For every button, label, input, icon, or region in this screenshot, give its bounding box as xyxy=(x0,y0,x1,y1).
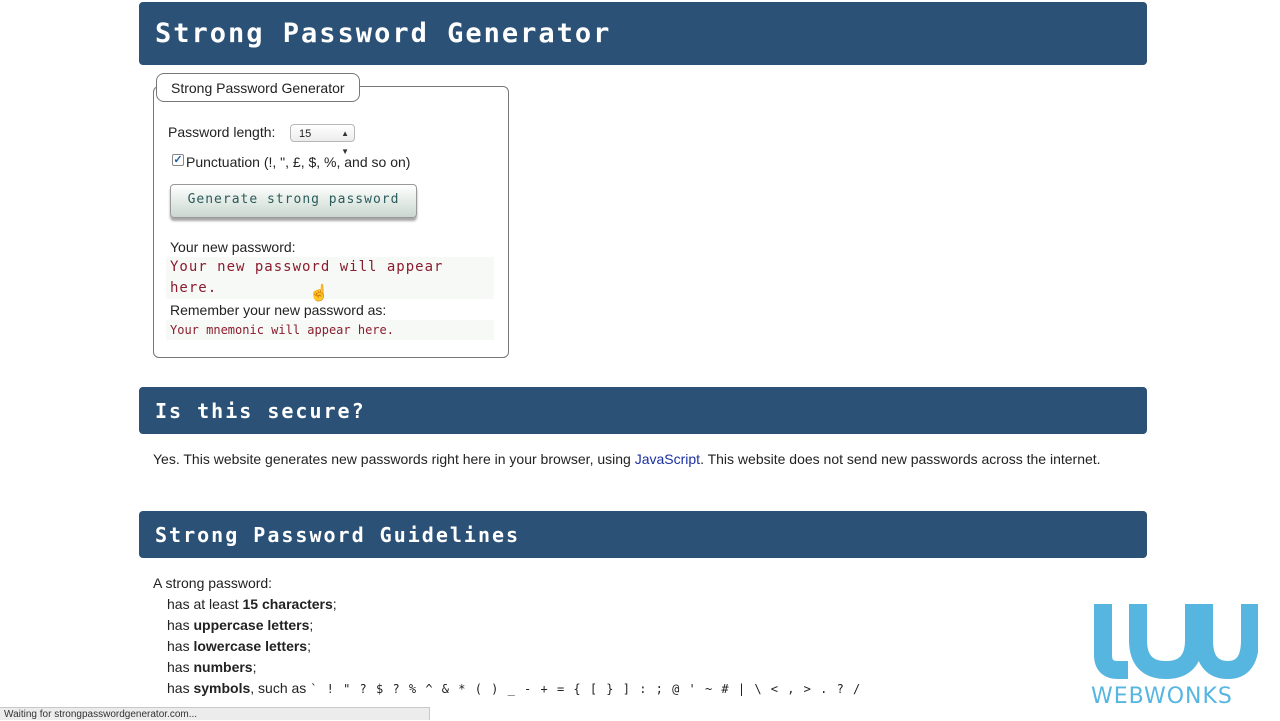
generate-password-button[interactable]: Generate strong password xyxy=(170,184,417,218)
password-output: Your new password will appear here. xyxy=(166,257,494,299)
browser-status-bar: Waiting for strongpasswordgenerator.com.… xyxy=(0,707,430,720)
list-item: has uppercase letters; xyxy=(167,617,314,633)
punctuation-label: Punctuation (!, ", £, $, %, and so on) xyxy=(186,154,411,170)
length-label: Password length: xyxy=(168,124,276,140)
list-item: has at least 15 characters; xyxy=(167,596,337,612)
watermark-text: WEBWONKS xyxy=(1091,684,1233,709)
page-title: Strong Password Generator xyxy=(155,18,612,49)
secure-paragraph: Yes. This website generates new password… xyxy=(153,449,1133,470)
password-output-line2: here. xyxy=(170,280,218,296)
guidelines-intro: A strong password: xyxy=(153,575,273,591)
mnemonic-label: Remember your new password as: xyxy=(170,302,387,318)
generator-legend: Strong Password Generator xyxy=(156,73,360,102)
new-password-label: Your new password: xyxy=(170,239,296,255)
password-output-line1: Your new password will appear xyxy=(170,259,444,275)
secure-text-before: Yes. This website generates new password… xyxy=(153,451,635,467)
secure-title: Is this secure? xyxy=(155,398,366,423)
list-item: has symbols, such as ` ! " ? $ ? % ^ & *… xyxy=(167,680,862,696)
guidelines-list: A strong password: has at least 15 chara… xyxy=(153,573,861,700)
secure-text-after: . This website does not send new passwor… xyxy=(700,451,1101,467)
guidelines-section-heading: Strong Password Guidelines xyxy=(139,511,1147,558)
javascript-link[interactable]: JavaScript xyxy=(635,451,700,467)
password-length-select[interactable]: 15 ▲ ▼ xyxy=(290,124,355,156)
guidelines-title: Strong Password Guidelines xyxy=(155,522,521,547)
list-item: has lowercase letters; xyxy=(167,638,311,654)
mnemonic-output: Your mnemonic will appear here. xyxy=(166,320,494,340)
punctuation-checkbox[interactable]: ✓ xyxy=(172,154,184,166)
secure-section-heading: Is this secure? xyxy=(139,387,1147,434)
page-title-banner: Strong Password Generator xyxy=(139,2,1147,65)
list-item: has numbers; xyxy=(167,659,257,675)
hand-cursor-icon: ☝ xyxy=(309,285,329,302)
symbols-list: ` ! " ? $ ? % ^ & * ( ) _ - + = { [ } ] … xyxy=(310,682,862,696)
password-length-value: 15 xyxy=(299,128,312,140)
